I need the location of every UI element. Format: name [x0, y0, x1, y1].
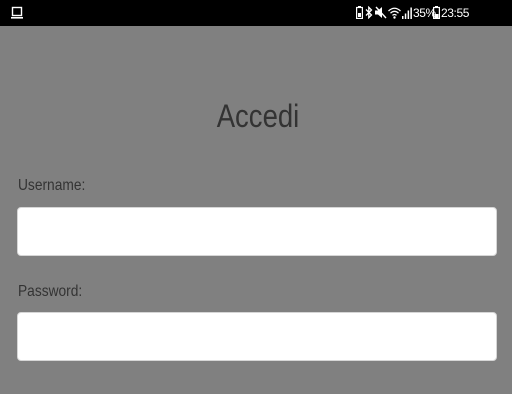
- wifi-icon: [388, 6, 401, 24]
- battery-saver-icon: [356, 6, 364, 24]
- page-title: Accedi: [216, 98, 300, 134]
- mute-icon: [375, 6, 387, 24]
- clock: 23:55: [441, 6, 470, 20]
- status-bar: 35% 23:55: [0, 0, 512, 26]
- bluetooth-icon: [365, 5, 373, 24]
- password-input[interactable]: [17, 312, 497, 361]
- username-input[interactable]: [17, 207, 497, 256]
- screen-icon: [11, 6, 23, 20]
- battery-icon: [433, 6, 441, 24]
- signal-icon: [402, 6, 412, 24]
- username-label: Username:: [18, 177, 86, 194]
- password-label: Password:: [18, 283, 83, 300]
